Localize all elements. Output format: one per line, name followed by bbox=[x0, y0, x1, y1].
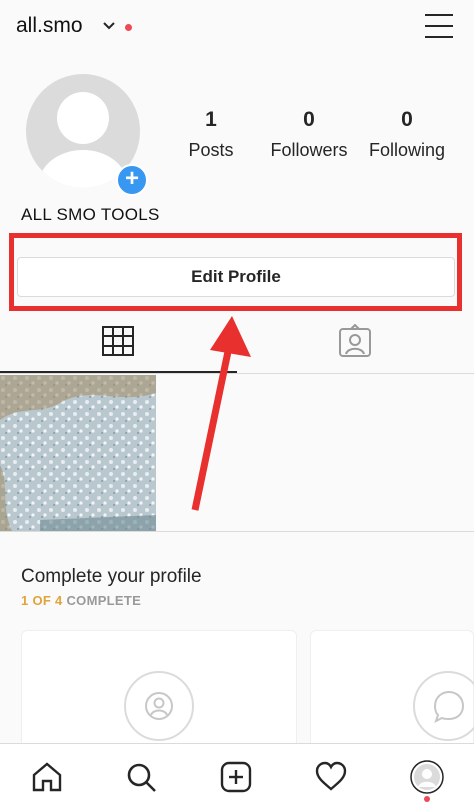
edit-profile-button[interactable]: Edit Profile bbox=[17, 257, 455, 297]
stat-followers[interactable]: 0 Followers bbox=[259, 108, 359, 161]
post-image bbox=[0, 375, 156, 531]
new-post-icon[interactable] bbox=[219, 760, 253, 794]
tagged-icon[interactable] bbox=[338, 324, 372, 358]
profile-photo-card[interactable] bbox=[21, 630, 297, 760]
add-photo-button[interactable]: + bbox=[116, 164, 148, 196]
grid-icon[interactable] bbox=[102, 326, 134, 356]
home-icon[interactable] bbox=[30, 760, 64, 794]
display-name: ALL SMO TOOLS bbox=[21, 205, 160, 224]
tab-divider bbox=[0, 373, 474, 374]
profile-tab[interactable] bbox=[410, 760, 444, 794]
speech-bubble-icon bbox=[433, 690, 465, 723]
progress-count: 1 OF 4 bbox=[21, 593, 63, 608]
stat-following[interactable]: 0 Following bbox=[357, 108, 457, 161]
following-count: 0 bbox=[401, 108, 413, 131]
tab-active-indicator bbox=[0, 371, 237, 373]
heart-icon[interactable] bbox=[314, 760, 348, 794]
posts-label: Posts bbox=[188, 140, 234, 160]
profile-progress: 1 OF 4 COMPLETE bbox=[21, 593, 141, 608]
posts-count: 1 bbox=[205, 108, 217, 131]
following-label: Following bbox=[368, 140, 446, 160]
profile-avatar-icon bbox=[410, 760, 444, 794]
profile-photo-icon bbox=[145, 692, 173, 720]
profile-notification-dot bbox=[424, 796, 430, 802]
post-thumbnail[interactable] bbox=[0, 375, 156, 531]
add-photo-circle bbox=[124, 671, 194, 741]
search-icon[interactable] bbox=[124, 760, 158, 794]
complete-profile-title: Complete your profile bbox=[21, 566, 202, 587]
menu-icon[interactable] bbox=[425, 14, 453, 40]
chevron-down-icon[interactable] bbox=[103, 22, 115, 30]
section-divider bbox=[0, 531, 474, 532]
followers-count: 0 bbox=[303, 108, 315, 131]
annotation-arrow bbox=[191, 316, 251, 511]
bio-card[interactable] bbox=[310, 630, 474, 760]
stat-posts[interactable]: 1 Posts bbox=[161, 108, 261, 161]
progress-word: COMPLETE bbox=[66, 593, 142, 608]
followers-label: Followers bbox=[270, 140, 348, 160]
bottom-nav bbox=[0, 743, 474, 806]
notification-dot bbox=[125, 24, 132, 31]
username-title[interactable]: all.smo bbox=[16, 14, 83, 38]
bio-circle bbox=[413, 671, 474, 741]
